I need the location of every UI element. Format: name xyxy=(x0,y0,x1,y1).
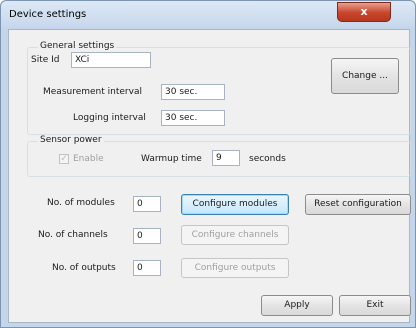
change-button[interactable]: Change ... xyxy=(331,58,399,94)
device-settings-window: Device settings x General settings Site … xyxy=(0,0,416,328)
dialog-body: General settings Site Id XCi Measurement… xyxy=(8,29,411,323)
configure-outputs-button[interactable]: Configure outputs xyxy=(181,258,289,278)
warmup-time-label: Warmup time xyxy=(141,154,202,164)
modules-count-field[interactable]: 0 xyxy=(133,196,161,212)
configure-modules-button[interactable]: Configure modules xyxy=(181,194,289,215)
warmup-time-field[interactable]: 9 xyxy=(212,150,240,166)
exit-button[interactable]: Exit xyxy=(339,295,411,316)
measurement-interval-label: Measurement interval xyxy=(43,87,142,97)
window-title: Device settings xyxy=(9,9,87,20)
outputs-count-field[interactable]: 0 xyxy=(133,260,161,276)
enable-checkbox[interactable]: ✓ xyxy=(59,154,69,164)
configure-channels-button[interactable]: Configure channels xyxy=(181,225,289,245)
measurement-interval-field[interactable]: 30 sec. xyxy=(161,84,225,100)
reset-configuration-button[interactable]: Reset configuration xyxy=(305,194,411,215)
warmup-unit-label: seconds xyxy=(249,154,286,164)
checkmark-icon: ✓ xyxy=(60,154,68,164)
close-button[interactable]: x xyxy=(337,2,391,22)
enable-label: Enable xyxy=(73,154,104,164)
channels-count-field[interactable]: 0 xyxy=(133,228,161,244)
site-id-field[interactable]: XCi xyxy=(71,52,151,68)
logging-interval-label: Logging interval xyxy=(73,113,146,123)
close-icon: x xyxy=(360,5,368,18)
modules-label: No. of modules xyxy=(47,198,115,208)
title-bar: Device settings x xyxy=(1,1,415,27)
site-id-label: Site Id xyxy=(31,55,60,65)
outputs-label: No. of outputs xyxy=(52,263,116,273)
sensor-power-title: Sensor power xyxy=(38,135,104,145)
logging-interval-field[interactable]: 30 sec. xyxy=(161,110,225,126)
general-settings-title: General settings xyxy=(38,41,117,51)
channels-label: No. of channels xyxy=(38,230,108,240)
apply-button[interactable]: Apply xyxy=(261,295,333,316)
